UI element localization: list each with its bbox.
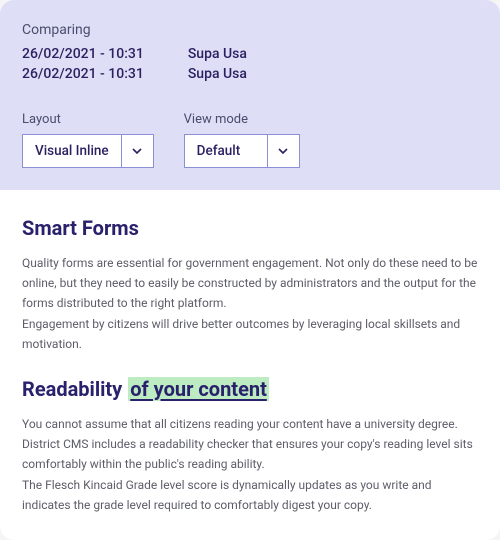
smart-forms-title: Smart Forms <box>22 216 478 240</box>
compare-user: Supa Usa <box>188 66 247 82</box>
readability-title-plain: Readability <box>22 377 122 401</box>
layout-select[interactable]: Visual Inline <box>22 134 154 168</box>
compare-row-2: 26/02/2021 - 10:31 Supa Usa <box>22 66 478 82</box>
chevron-down-icon <box>121 135 153 167</box>
viewmode-select[interactable]: Default <box>184 134 300 168</box>
readability-paragraph-2: The Flesch Kincaid Grade level score is … <box>22 476 478 516</box>
smart-forms-paragraph-2: Engagement by citizens will drive better… <box>22 315 478 355</box>
viewmode-label: View mode <box>184 112 300 127</box>
smart-forms-paragraph-1: Quality forms are essential for governme… <box>22 254 478 313</box>
chevron-down-icon <box>267 135 299 167</box>
controls-row: Layout Visual Inline View mode Default <box>22 112 478 168</box>
compare-user: Supa Usa <box>188 46 247 62</box>
readability-title-highlight: of your content <box>128 377 269 401</box>
viewmode-select-value: Default <box>185 135 267 167</box>
compare-date: 26/02/2021 - 10:31 <box>22 46 144 62</box>
comparing-label: Comparing <box>22 22 478 38</box>
layout-control: Layout Visual Inline <box>22 112 154 168</box>
viewmode-control: View mode Default <box>184 112 300 168</box>
diff-panel: Comparing 26/02/2021 - 10:31 Supa Usa 26… <box>0 0 500 540</box>
diff-content: Smart Forms Quality forms are essential … <box>0 190 500 540</box>
layout-label: Layout <box>22 112 154 127</box>
readability-paragraph-1: You cannot assume that all citizens read… <box>22 415 478 474</box>
layout-select-value: Visual Inline <box>23 135 121 167</box>
compare-row-1: 26/02/2021 - 10:31 Supa Usa <box>22 46 478 62</box>
compare-date: 26/02/2021 - 10:31 <box>22 66 144 82</box>
readability-title: Readability of your content <box>22 377 478 401</box>
diff-header: Comparing 26/02/2021 - 10:31 Supa Usa 26… <box>0 0 500 190</box>
